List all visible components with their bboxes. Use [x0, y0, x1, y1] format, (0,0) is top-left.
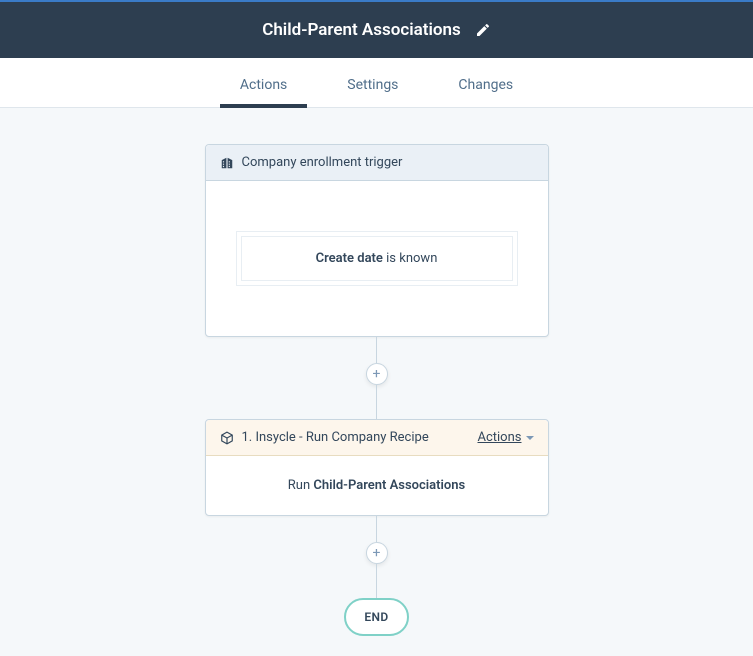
tab-actions[interactable]: Actions: [240, 63, 287, 107]
cube-icon: [220, 431, 234, 445]
action-card[interactable]: 1. Insycle - Run Company Recipe Actions …: [205, 419, 549, 516]
tab-settings[interactable]: Settings: [347, 63, 398, 107]
connector-line: [376, 337, 377, 363]
trigger-condition: Create date is known: [241, 236, 513, 281]
trigger-header: Company enrollment trigger: [206, 145, 548, 181]
end-node: END: [344, 598, 408, 636]
add-step-button-1[interactable]: +: [366, 363, 388, 385]
condition-field: Create date: [316, 251, 383, 266]
trigger-title: Company enrollment trigger: [242, 155, 403, 170]
action-body: Run Child-Parent Associations: [206, 456, 548, 515]
connector-line: [376, 516, 377, 542]
chevron-down-icon: [526, 436, 534, 440]
action-header-left: 1. Insycle - Run Company Recipe: [220, 430, 429, 445]
trigger-body: Create date is known: [206, 181, 548, 336]
trigger-card[interactable]: Company enrollment trigger Create date i…: [205, 144, 549, 337]
condition-text: is known: [383, 251, 437, 266]
workflow-canvas: Company enrollment trigger Create date i…: [0, 108, 753, 656]
trigger-condition-box[interactable]: Create date is known: [236, 231, 518, 286]
page-header: Child-Parent Associations: [0, 2, 753, 58]
building-icon: [220, 156, 234, 170]
action-step-title: 1. Insycle - Run Company Recipe: [242, 430, 429, 445]
tabs-bar: Actions Settings Changes: [0, 58, 753, 108]
actions-dropdown[interactable]: Actions: [477, 430, 533, 445]
connector-line: [376, 385, 377, 419]
action-header: 1. Insycle - Run Company Recipe Actions: [206, 420, 548, 456]
tab-changes[interactable]: Changes: [458, 63, 513, 107]
action-run-label: Run: [288, 478, 314, 493]
add-step-button-2[interactable]: +: [366, 542, 388, 564]
page-title: Child-Parent Associations: [262, 20, 461, 40]
actions-dropdown-label: Actions: [477, 430, 521, 445]
connector-line: [376, 564, 377, 598]
edit-icon[interactable]: [475, 22, 491, 38]
action-recipe-name: Child-Parent Associations: [313, 478, 465, 493]
